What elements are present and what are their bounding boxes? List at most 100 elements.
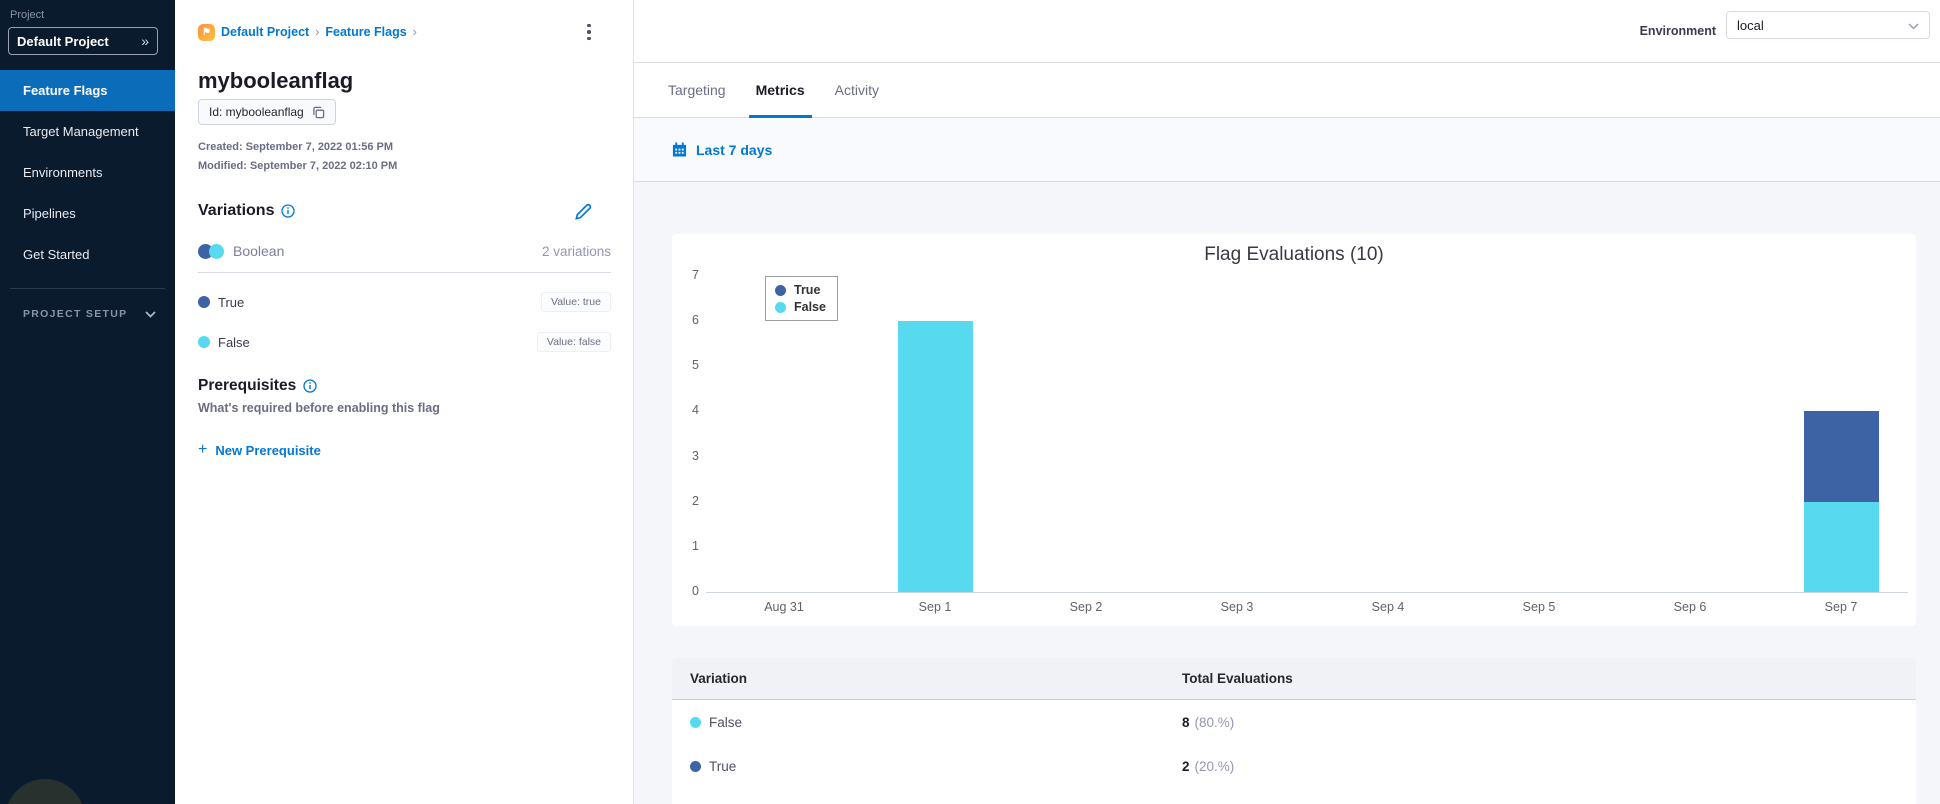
x-axis-label: Sep 1 bbox=[918, 600, 952, 614]
legend-label: True bbox=[794, 283, 821, 297]
help-widget-button[interactable] bbox=[5, 779, 85, 804]
variation-name: True bbox=[218, 294, 245, 310]
legend-dot bbox=[775, 284, 786, 296]
sidebar-item-get-started[interactable]: Get Started bbox=[0, 234, 175, 275]
breadcrumb-project-link[interactable]: Default Project bbox=[221, 25, 309, 39]
variations-heading: Variations bbox=[198, 202, 296, 220]
x-axis-label: Sep 6 bbox=[1673, 600, 1707, 614]
x-axis-label: Aug 31 bbox=[764, 600, 804, 614]
table-header-row: Variation Total Evaluations bbox=[672, 658, 1916, 700]
chart-title: Flag Evaluations (10) bbox=[1204, 244, 1384, 265]
flag-created-timestamp: Created: September 7, 2022 01:56 PM bbox=[198, 141, 394, 153]
flag-id-text: Id: mybooleanflag bbox=[209, 105, 304, 119]
variation-type-label: Boolean bbox=[233, 243, 285, 259]
breadcrumb-separator: › bbox=[315, 25, 320, 39]
table-cell-variation: True bbox=[690, 744, 736, 788]
sidebar-item-pipelines[interactable]: Pipelines bbox=[0, 193, 175, 234]
evaluation-percent: (80.%) bbox=[1194, 714, 1235, 730]
table-header-variation: Variation bbox=[690, 671, 748, 686]
sidebar-item-target-management[interactable]: Target Management bbox=[0, 111, 175, 152]
y-axis-tick: 1 bbox=[692, 538, 699, 553]
y-axis-tick: 6 bbox=[692, 313, 699, 328]
variation-color-dot bbox=[198, 336, 210, 348]
environment-select[interactable]: local bbox=[1726, 11, 1930, 39]
flag-id-chip: Id: mybooleanflag bbox=[198, 99, 336, 125]
flag-detail-panel: ⚑ Default Project › Feature Flags › mybo… bbox=[175, 0, 634, 804]
environment-label: Environment bbox=[1639, 24, 1716, 38]
chart-legend: True False bbox=[765, 276, 838, 321]
table-row: False 8 (80.%) bbox=[672, 700, 1916, 744]
tab-metrics[interactable]: Metrics bbox=[748, 63, 812, 118]
project-section-label: Project bbox=[10, 9, 45, 21]
legend-dot bbox=[775, 301, 786, 313]
table-cell-variation: False bbox=[690, 700, 742, 744]
breadcrumb-feature-flags-link[interactable]: Feature Flags bbox=[325, 25, 406, 39]
tab-targeting[interactable]: Targeting bbox=[668, 63, 726, 118]
variation-value-chip: Value: true bbox=[540, 292, 611, 312]
variation-color-dot bbox=[690, 716, 701, 728]
x-axis-label: Sep 2 bbox=[1069, 600, 1103, 614]
kebab-menu-icon[interactable] bbox=[578, 20, 600, 44]
variation-name: True bbox=[709, 758, 737, 774]
plus-icon: + bbox=[198, 441, 208, 458]
sidebar-nav: Feature Flags Target Management Environmen… bbox=[0, 70, 175, 275]
legend-entry-true: True bbox=[775, 283, 826, 297]
legend-label: False bbox=[794, 300, 826, 314]
new-prerequisite-button[interactable]: + New Prerequisite bbox=[198, 441, 321, 459]
chevron-down-icon bbox=[145, 310, 157, 318]
evaluations-table: Variation Total Evaluations False 8 (80.%)… bbox=[672, 658, 1916, 804]
bar-true-sep-7[interactable] bbox=[1803, 411, 1879, 502]
x-axis-label: Sep 3 bbox=[1220, 600, 1254, 614]
evaluation-percent: (20.%) bbox=[1194, 758, 1235, 774]
project-sidebar: Project Default Project » Feature Flags T… bbox=[0, 0, 175, 804]
sidebar-item-project-setup[interactable]: PROJECT SETUP bbox=[23, 308, 157, 320]
project-selector-value: Default Project bbox=[17, 33, 109, 49]
date-range-button[interactable]: Last 7 days bbox=[696, 142, 772, 158]
chevron-down-icon bbox=[1908, 18, 1919, 33]
y-axis-tick: 5 bbox=[692, 358, 699, 373]
boolean-type-icon bbox=[198, 243, 224, 259]
edit-variations-button[interactable] bbox=[573, 202, 595, 224]
breadcrumb-separator: › bbox=[412, 25, 417, 39]
main-area: Environment local Targeting Metrics Activi… bbox=[634, 0, 1940, 804]
y-axis-tick: 2 bbox=[692, 493, 699, 508]
sidebar-item-environments[interactable]: Environments bbox=[0, 152, 175, 193]
table-cell-total: 8 (80.%) bbox=[1182, 700, 1234, 744]
flag-evaluations-chart: Flag Evaluations (10) True False 0 1 2 3 4 5 6 7… bbox=[672, 234, 1916, 626]
evaluation-count: 2 bbox=[1182, 758, 1190, 774]
tab-bar: Targeting Metrics Activity bbox=[634, 63, 1940, 118]
bar-false-sep-7[interactable] bbox=[1803, 501, 1879, 592]
variation-name: False bbox=[709, 714, 743, 730]
date-range-bar: Last 7 days bbox=[634, 118, 1940, 182]
x-axis-line bbox=[706, 592, 1908, 593]
metrics-content: Flag Evaluations (10) True False 0 1 2 3 4 5 6 7… bbox=[634, 182, 1940, 804]
variation-color-dot bbox=[690, 760, 701, 772]
table-header-total-evaluations: Total Evaluations bbox=[1182, 671, 1293, 686]
breadcrumb: ⚑ Default Project › Feature Flags › bbox=[198, 22, 417, 42]
y-axis-tick: 7 bbox=[692, 268, 699, 283]
sidebar-item-feature-flags[interactable]: Feature Flags bbox=[0, 70, 175, 111]
legend-entry-false: False bbox=[775, 300, 826, 314]
flag-title: mybooleanflag bbox=[198, 68, 354, 93]
prerequisites-heading: Prerequisites bbox=[198, 377, 317, 395]
evaluation-count: 8 bbox=[1182, 714, 1190, 730]
double-chevron-icon: » bbox=[141, 33, 149, 49]
x-axis-label: Sep 7 bbox=[1824, 600, 1858, 614]
flag-modified-timestamp: Modified: September 7, 2022 02:10 PM bbox=[198, 160, 398, 172]
variation-color-dot bbox=[198, 296, 210, 308]
project-setup-label: PROJECT SETUP bbox=[23, 308, 128, 320]
info-icon[interactable] bbox=[281, 204, 296, 218]
feature-flags-icon: ⚑ bbox=[198, 23, 215, 41]
project-selector[interactable]: Default Project » bbox=[8, 27, 158, 55]
y-axis-tick: 4 bbox=[692, 403, 699, 418]
sidebar-divider bbox=[10, 288, 165, 289]
calendar-icon bbox=[672, 142, 687, 157]
y-axis-tick: 0 bbox=[692, 584, 699, 598]
copy-icon[interactable] bbox=[312, 106, 325, 119]
info-icon[interactable] bbox=[303, 379, 317, 393]
tab-activity[interactable]: Activity bbox=[835, 63, 879, 118]
variation-row: False Value: false bbox=[198, 331, 611, 353]
variation-type-row: Boolean 2 variations bbox=[198, 243, 611, 259]
variation-value-chip: Value: false bbox=[536, 332, 611, 352]
bar-false-sep-1[interactable] bbox=[897, 321, 973, 592]
